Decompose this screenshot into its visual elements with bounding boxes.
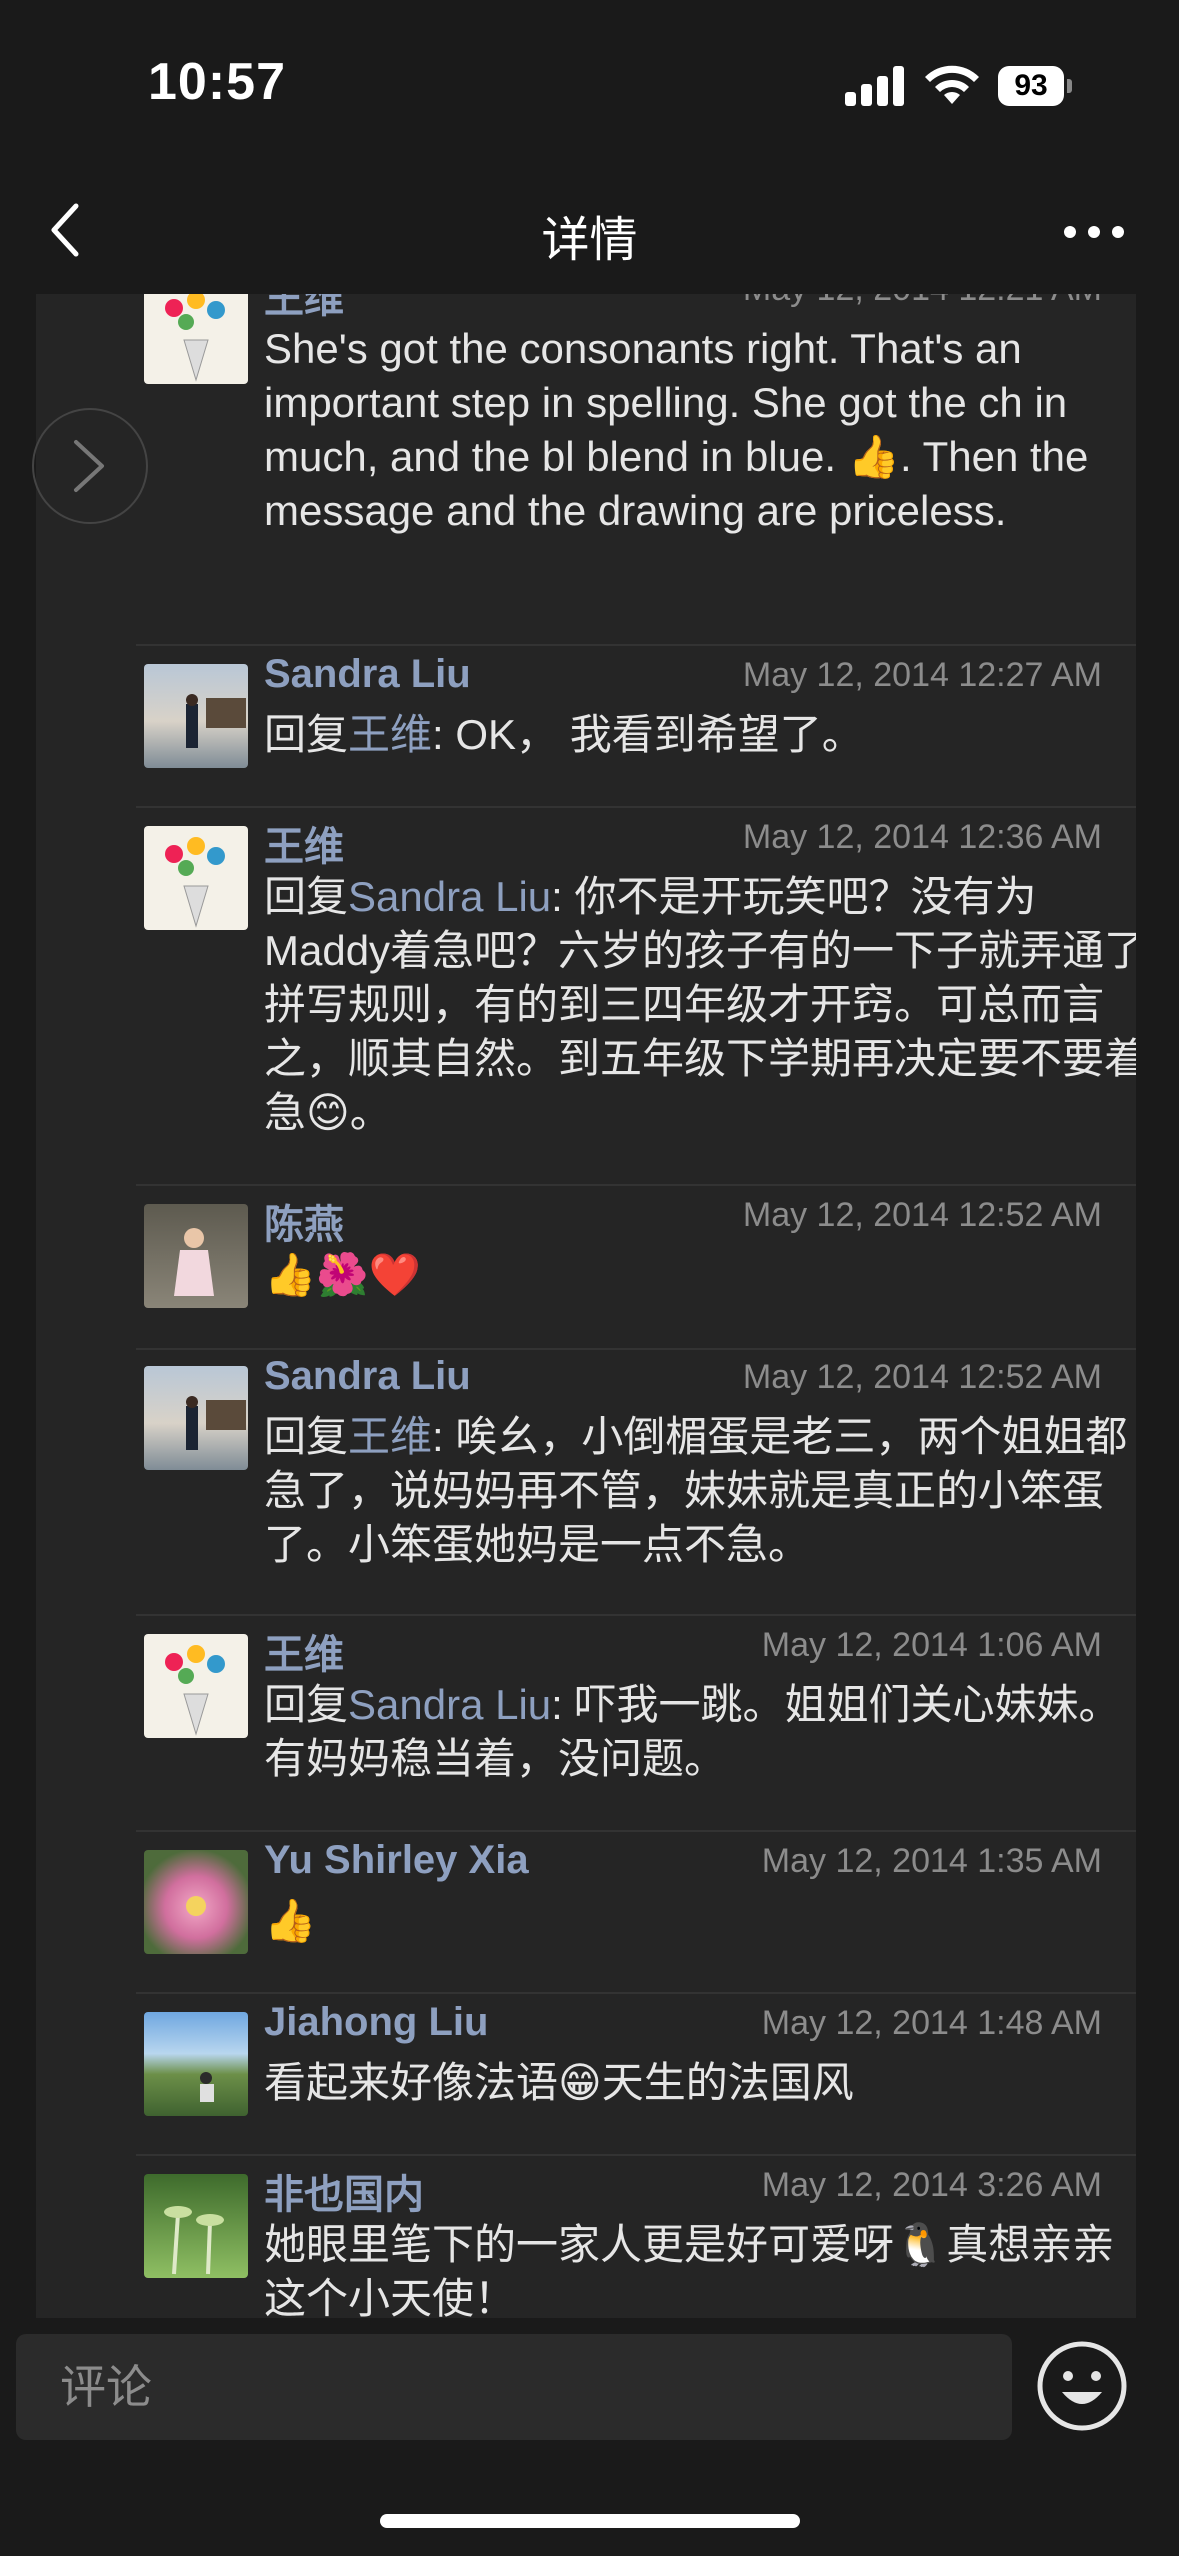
comment-text: 看起来好像法语😁天生的法国风 xyxy=(264,2059,854,2106)
comment-text: 回复Sandra Liu: 你不是开玩笑吧？没有为Maddy着急吧？六岁的孩子有… xyxy=(264,870,1136,1140)
divider xyxy=(136,2154,1136,2156)
more-options-icon[interactable] xyxy=(1064,220,1128,244)
comment-list[interactable]: 王维 May 12, 2014 12:21 AM She's got the c… xyxy=(36,294,1136,2318)
reply-prefix: 回复 xyxy=(264,711,349,758)
comment-time: May 12, 2014 1:48 AM xyxy=(761,2004,1102,2042)
comment-text: 👍🌺❤️ xyxy=(264,1251,421,1298)
reply-prefix: 回复 xyxy=(264,1681,349,1728)
avatar[interactable] xyxy=(144,1634,248,1738)
status-time: 10:57 xyxy=(148,53,286,111)
comment-time: May 12, 2014 3:26 AM xyxy=(761,2166,1102,2204)
avatar[interactable] xyxy=(144,1850,248,1954)
wifi-icon xyxy=(925,65,979,104)
commenter-name[interactable]: 陈燕 xyxy=(264,1192,344,1250)
reply-prefix: 回复 xyxy=(264,873,349,920)
battery-icon: 93 xyxy=(998,66,1072,106)
reply-mention[interactable]: 王维 xyxy=(348,1413,432,1460)
commenter-name[interactable]: Jiahong Liu xyxy=(264,2000,488,2045)
comment-text: 回复Sandra Liu: 吓我一跳。姐姐们关心妹妹。有妈妈稳当着，没问题。 xyxy=(264,1678,1136,1786)
comment-time: May 12, 2014 12:52 AM xyxy=(742,1358,1102,1396)
divider xyxy=(136,1184,1136,1186)
reply-mention[interactable]: Sandra Liu xyxy=(348,1681,551,1728)
divider xyxy=(136,1614,1136,1616)
comment-time: May 12, 2014 12:27 AM xyxy=(742,656,1102,694)
commenter-name[interactable]: Sandra Liu xyxy=(264,1354,471,1399)
commenter-name[interactable]: Yu Shirley Xia xyxy=(264,1838,529,1883)
emoji-icon[interactable] xyxy=(1036,2340,1128,2432)
comment-time: May 12, 2014 12:52 AM xyxy=(742,1196,1102,1234)
divider xyxy=(136,1992,1136,1994)
commenter-name[interactable]: Sandra Liu xyxy=(264,652,471,697)
comment-time: May 12, 2014 12:36 AM xyxy=(742,818,1102,856)
comment-time: May 12, 2014 1:06 AM xyxy=(761,1626,1102,1664)
avatar[interactable] xyxy=(144,826,248,930)
avatar[interactable] xyxy=(144,1204,248,1308)
divider xyxy=(136,1348,1136,1350)
commenter-name[interactable]: 王维 xyxy=(264,814,344,872)
page-title: 详情 xyxy=(541,214,638,267)
comment-text: 👍 xyxy=(264,1897,317,1944)
status-bar: 10:57 93 xyxy=(0,0,1179,180)
reply-prefix: 回复 xyxy=(264,1413,349,1460)
battery-level: 93 xyxy=(998,66,1064,106)
next-arrow-button[interactable] xyxy=(32,408,148,524)
nav-bar: 详情 xyxy=(0,180,1179,294)
chevron-right-icon xyxy=(74,440,104,492)
comment-input[interactable]: 评论 xyxy=(16,2334,1012,2440)
comment-time: May 12, 2014 1:35 AM xyxy=(761,1842,1102,1880)
commenter-name[interactable]: 非也国内 xyxy=(264,2162,424,2220)
reply-mention[interactable]: Sandra Liu xyxy=(348,873,551,920)
comment-text: 回复王维: OK， 我看到希望了。 xyxy=(264,708,1136,762)
avatar[interactable] xyxy=(144,664,248,768)
divider xyxy=(136,1830,1136,1832)
comment-time: May 12, 2014 12:21 AM xyxy=(743,294,1102,309)
comment-text: 回复王维: 唉幺，小倒楣蛋是老三，两个姐姐都急了，说妈妈再不管，妹妹就是真正的小… xyxy=(264,1410,1136,1572)
avatar[interactable] xyxy=(144,294,248,384)
divider xyxy=(136,806,1136,808)
avatar[interactable] xyxy=(144,1366,248,1470)
avatar[interactable] xyxy=(144,2012,248,2116)
divider xyxy=(136,644,1136,646)
avatar[interactable] xyxy=(144,2174,248,2278)
comment-text: 她眼里笔下的一家人更是好可爱呀🐧真想亲亲这个小天使！ xyxy=(264,2221,1115,2318)
reply-body: : OK， 我看到希望了。 xyxy=(432,711,864,758)
commenter-name[interactable]: 王维 xyxy=(264,1622,344,1680)
reply-mention[interactable]: 王维 xyxy=(348,711,432,758)
commenter-name[interactable]: 王维 xyxy=(264,294,344,324)
comment-text: She's got the consonants right. That's a… xyxy=(264,325,1089,534)
home-indicator xyxy=(380,2514,800,2528)
cellular-signal-icon xyxy=(845,64,905,106)
